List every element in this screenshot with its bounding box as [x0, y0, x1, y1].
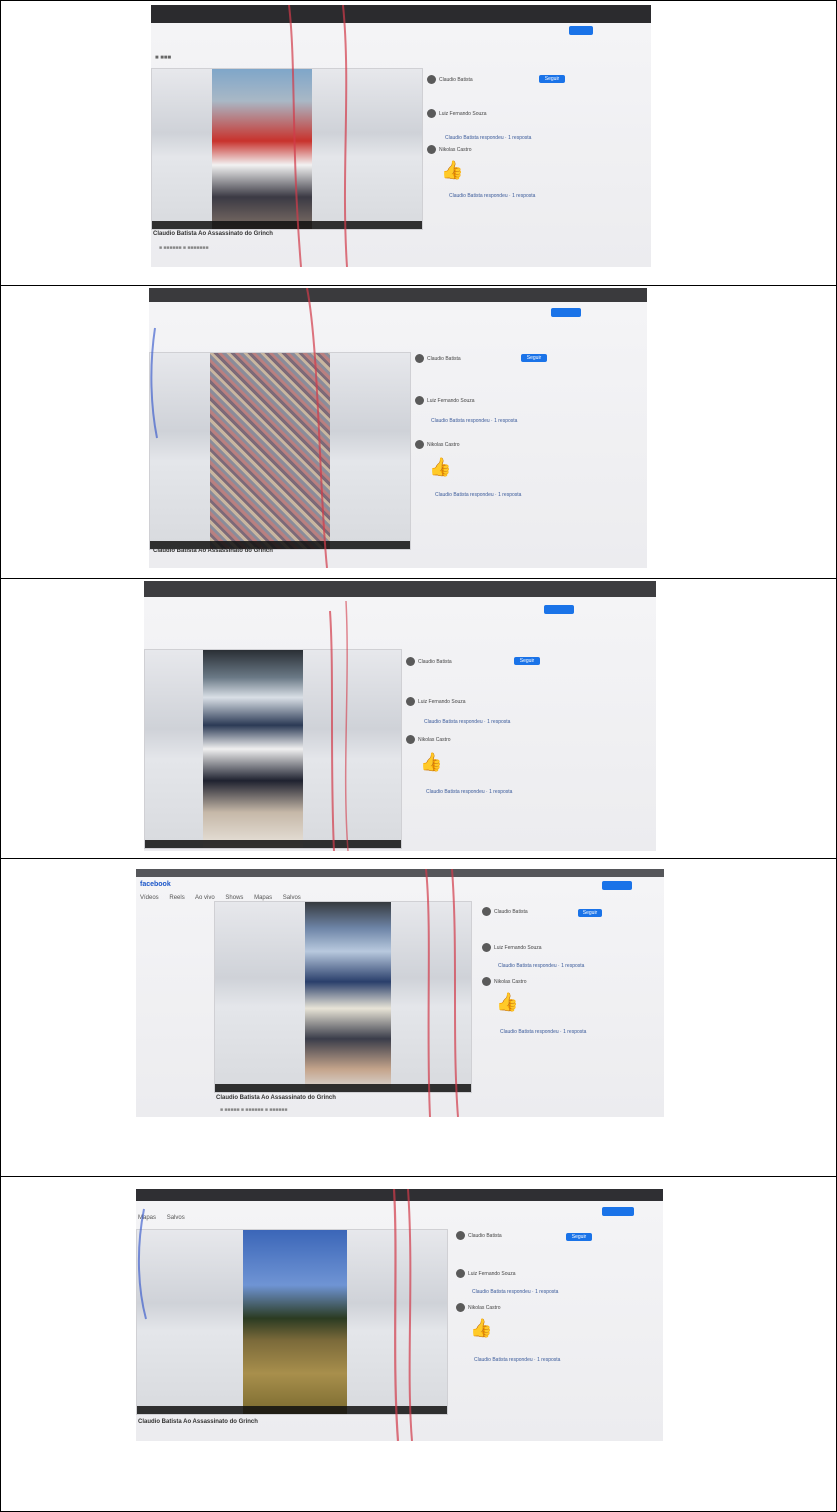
screen-photo-3: Claudio Batista Seguir Luiz Fernando Sou… [144, 581, 656, 851]
table-row-2: Claudio Batista Ao Assassinato do Grinch… [0, 285, 837, 578]
pen-scribble [288, 5, 348, 267]
table-row-4: facebook Vídeos Reels Ao vivo Shows Mapa… [0, 858, 837, 1176]
pen-scribble [137, 1189, 413, 1441]
screen-photo-4: facebook Vídeos Reels Ao vivo Shows Mapa… [136, 869, 664, 1117]
screen-photo-1: ■ ■■■ Claudio Batista Ao Assassinato do … [151, 5, 651, 267]
table-row-1: ■ ■■■ Claudio Batista Ao Assassinato do … [0, 0, 837, 285]
table-row-5: Mapas Salvos Claudio Batista Ao Assassin… [0, 1176, 837, 1512]
screen-photo-2: Claudio Batista Ao Assassinato do Grinch… [149, 288, 647, 568]
pen-scribble [329, 600, 349, 851]
pen-scribble [150, 288, 328, 568]
pen-scribble [425, 869, 459, 1117]
document-table: ■ ■■■ Claudio Batista Ao Assassinato do … [0, 0, 837, 1512]
table-row-3: Claudio Batista Seguir Luiz Fernando Sou… [0, 578, 837, 858]
screen-photo-5: Mapas Salvos Claudio Batista Ao Assassin… [136, 1189, 663, 1441]
